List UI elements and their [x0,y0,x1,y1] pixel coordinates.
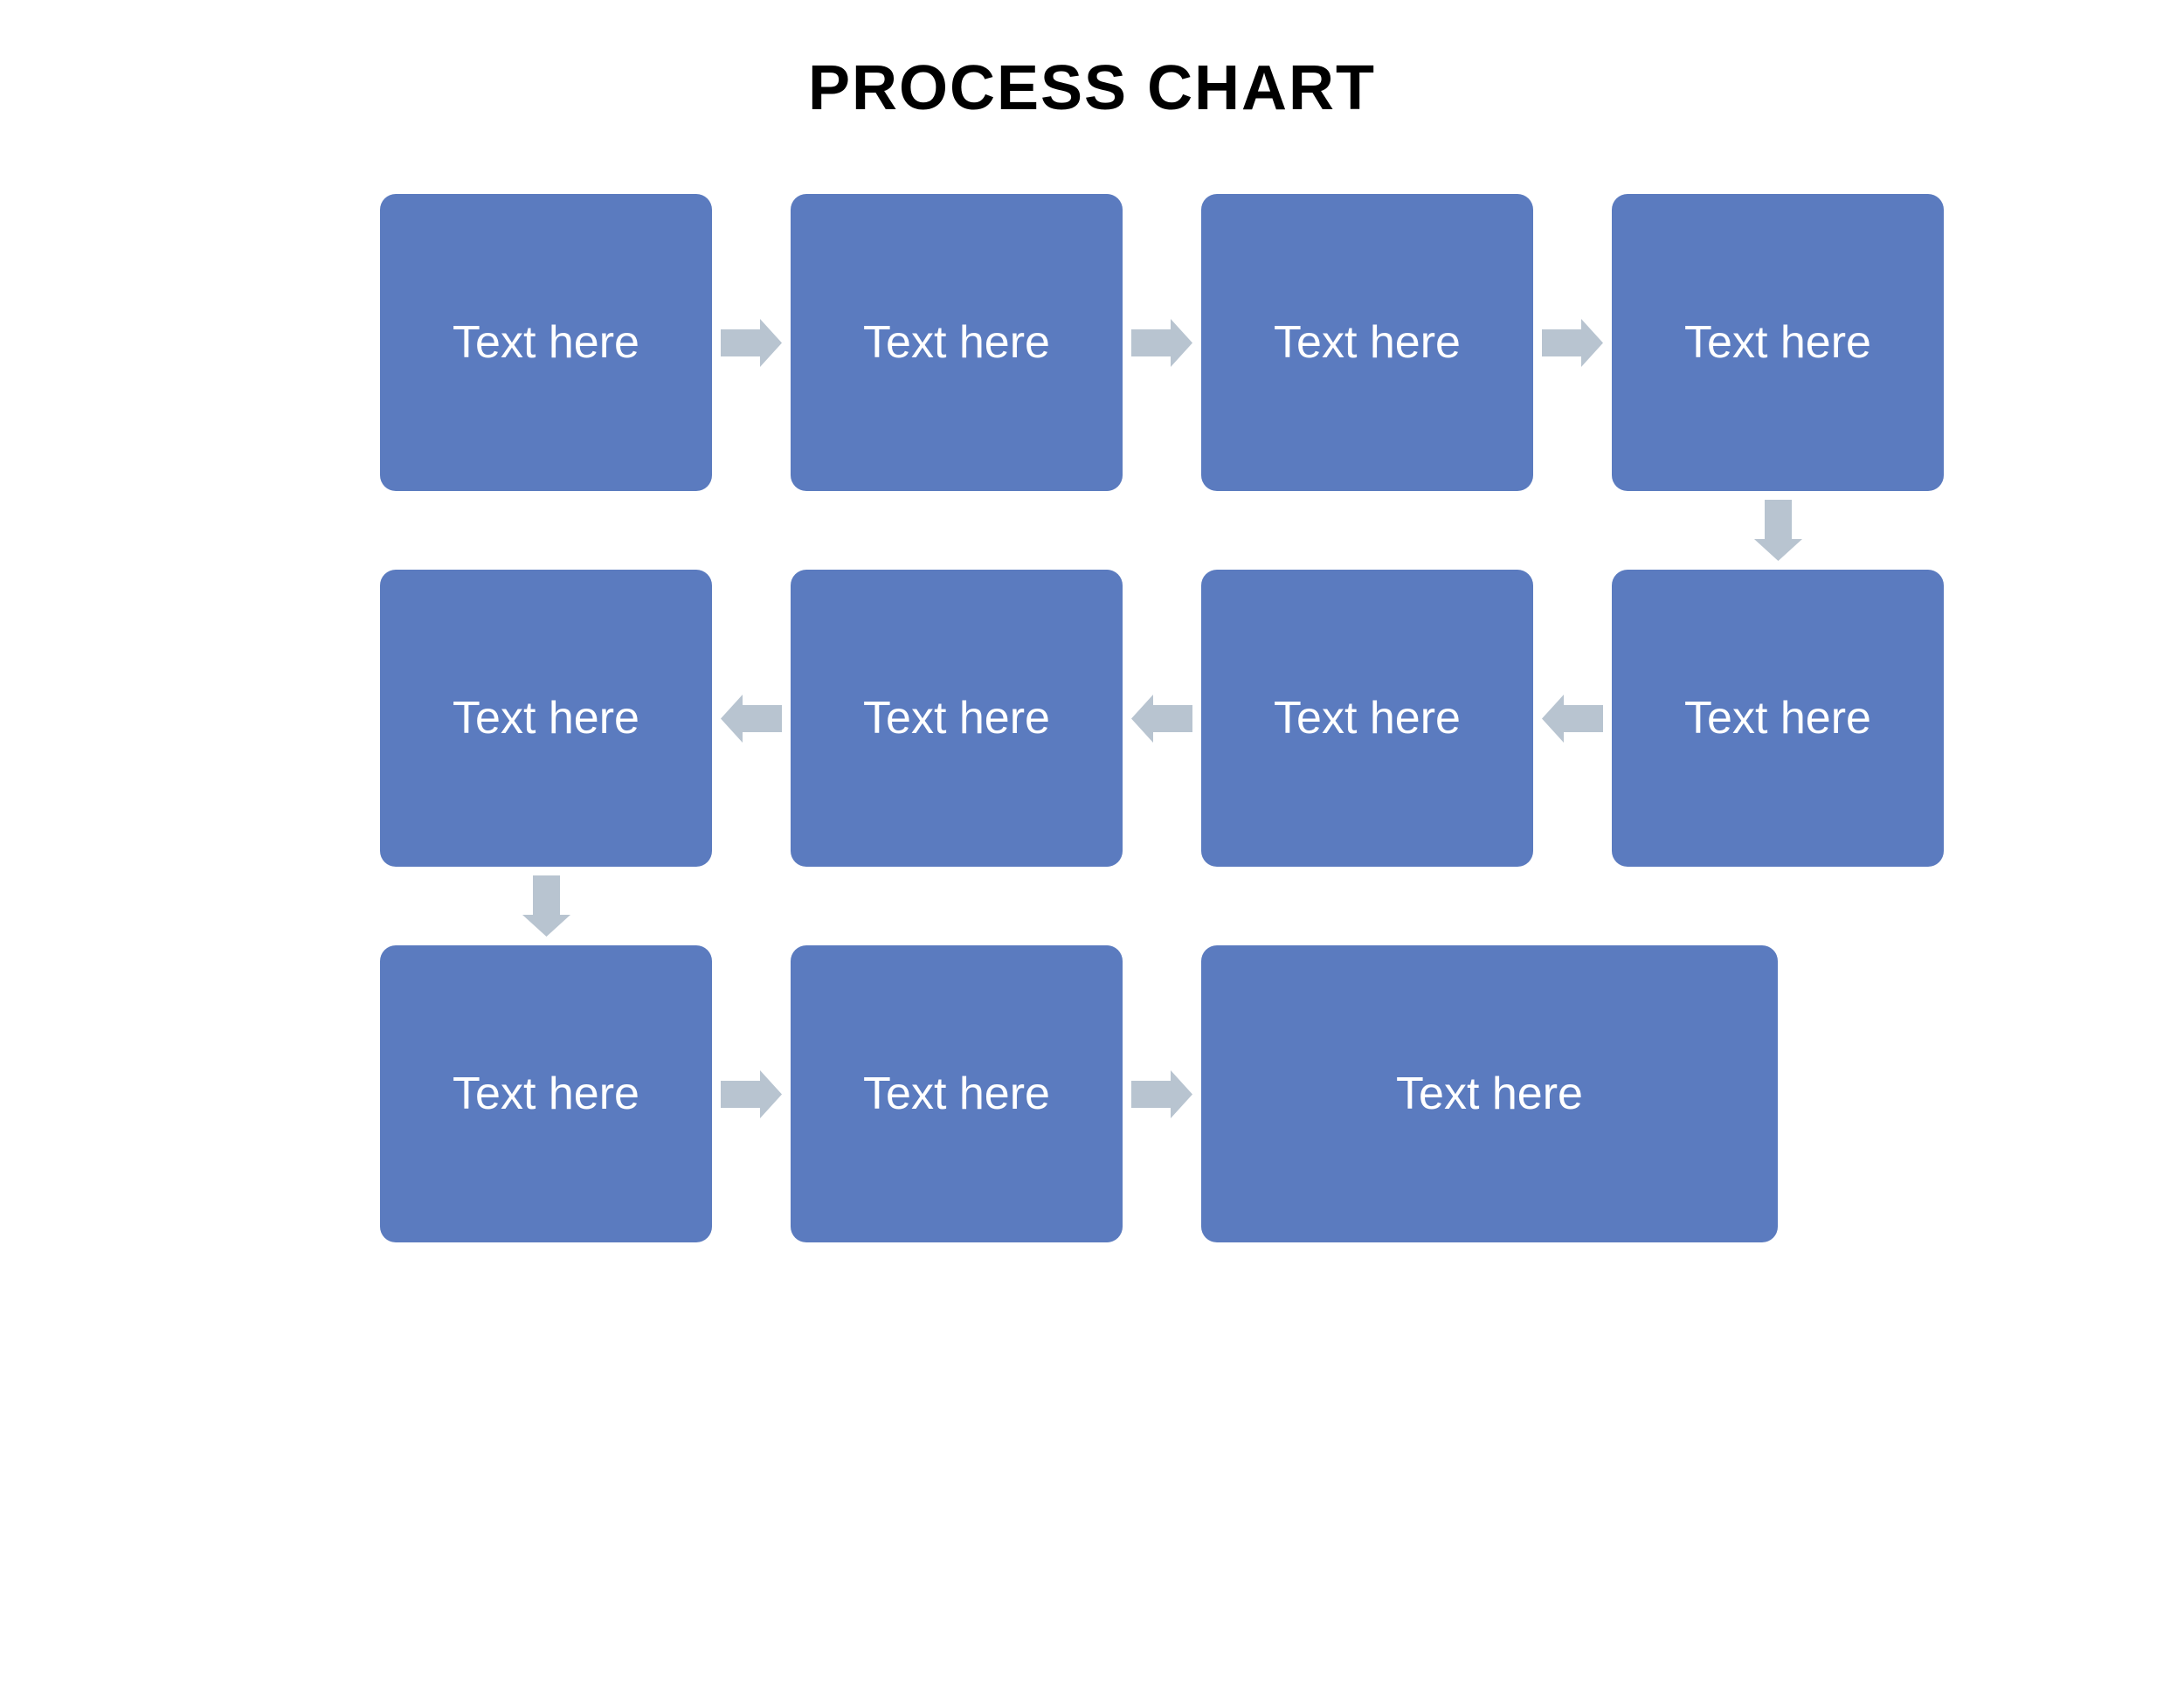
box-r2-1[interactable]: Text here [380,570,712,867]
arrow-left-r2-2 [1123,692,1201,744]
down-arrow-after-row1 [380,491,1944,570]
box-r3-1[interactable]: Text here [380,945,712,1242]
row-3: Text here Text here Text here [380,945,1778,1242]
arrow-right-r3-2 [1123,1068,1201,1120]
box-r2-4[interactable]: Text here [1612,570,1944,867]
arrow-right-r1-1 [712,316,791,369]
box-r2-3[interactable]: Text here [1201,570,1533,867]
box-r1-4[interactable]: Text here [1612,194,1944,491]
box-r1-2[interactable]: Text here [791,194,1123,491]
chart-container: Text here Text here Text here Text here [240,194,1944,1242]
arrow-right-r1-2 [1123,316,1201,369]
arrow-left-r2-3 [1533,692,1612,744]
box-r3-2[interactable]: Text here [791,945,1123,1242]
box-r1-1[interactable]: Text here [380,194,712,491]
box-r3-3[interactable]: Text here [1201,945,1778,1242]
box-r2-2[interactable]: Text here [791,570,1123,867]
arrow-right-r3-1 [712,1068,791,1120]
page-title: PROCESS CHART [808,52,1376,124]
box-r1-3[interactable]: Text here [1201,194,1533,491]
arrow-right-r1-3 [1533,316,1612,369]
row-1: Text here Text here Text here Text here [380,194,1944,491]
down-arrow-after-row2 [380,867,1944,945]
arrow-left-r2-1 [712,692,791,744]
row-2: Text here Text here Text here Text here [380,570,1944,867]
